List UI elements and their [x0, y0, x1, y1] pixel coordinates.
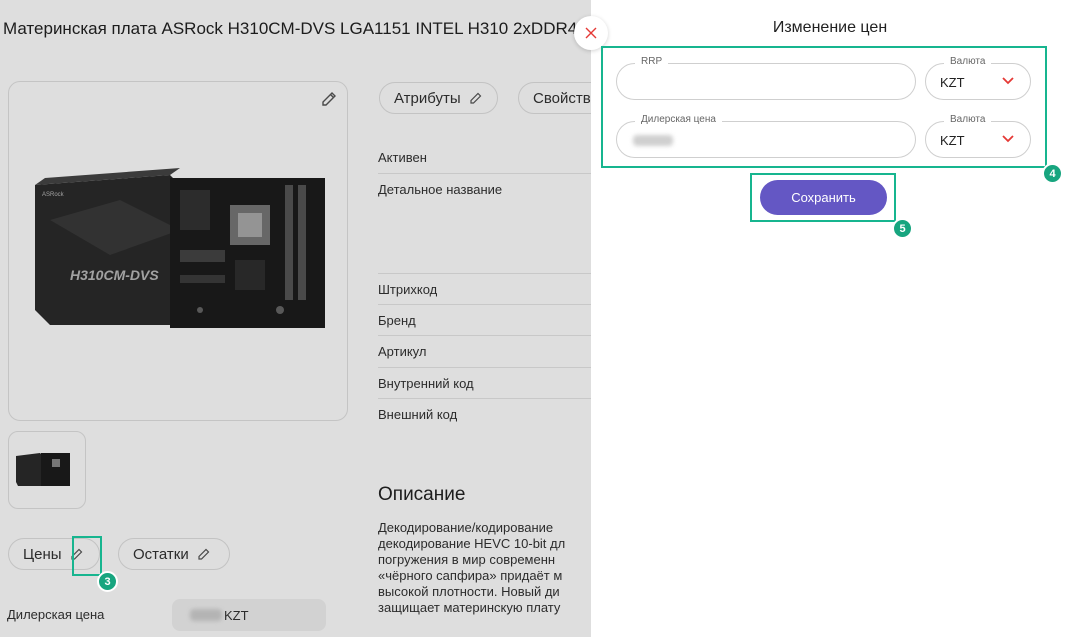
step-badge: 3 [97, 571, 118, 592]
highlight-step-3 [72, 536, 102, 576]
highlight-step-4 [601, 46, 1047, 168]
highlight-step-5 [750, 173, 896, 222]
tab-stock[interactable]: Остатки [118, 538, 230, 570]
product-image: H310CM-DVS ASRock [35, 168, 325, 328]
dealer-price-value: KZT [172, 599, 326, 631]
description-title: Описание [378, 484, 466, 505]
attr-row: Бренд [378, 305, 618, 336]
pencil-icon [470, 92, 482, 104]
attr-label: Внутренний код [378, 376, 474, 391]
attr-label: Артикул [378, 344, 427, 359]
tab-properties-label: Свойства [533, 89, 599, 107]
description-line: декодирование HEVC 10-bit дл [378, 536, 566, 551]
description-line: защищает материнскую плату [378, 600, 561, 615]
thumbnail-image [16, 453, 70, 486]
box-brand-text: ASRock [42, 192, 65, 198]
dealer-price-label: Дилерская цена [7, 607, 105, 622]
attr-label: Бренд [378, 313, 416, 328]
box-model-text: H310CM-DVS [70, 267, 159, 283]
attr-label: Активен [378, 150, 427, 165]
tab-attributes[interactable]: Атрибуты [379, 82, 498, 114]
attr-row: Активен [378, 142, 618, 174]
attr-row: Внутренний код [378, 368, 618, 399]
tab-prices-label: Цены [23, 545, 62, 563]
dealer-price-currency: KZT [224, 607, 249, 623]
close-button[interactable] [574, 16, 608, 50]
step-badge: 4 [1042, 163, 1063, 184]
attr-row: Штрихкод [378, 274, 618, 305]
attr-row: Внешний код [378, 399, 618, 430]
description-line: «чёрного сапфира» придаёт м [378, 568, 563, 583]
tab-attributes-label: Атрибуты [394, 89, 461, 107]
attr-row: Детальное название [378, 174, 618, 274]
pencil-icon[interactable] [197, 547, 211, 561]
attr-label: Внешний код [378, 407, 458, 422]
attr-label: Детальное название [378, 182, 503, 197]
attr-label: Штрихкод [378, 282, 438, 297]
description-text: Декодирование/кодирование декодирование … [378, 520, 590, 616]
tab-stock-label: Остатки [133, 545, 189, 563]
attr-row: Артикул [378, 336, 618, 368]
drawer-title: Изменение цен [772, 19, 888, 36]
page-title: Материнская плата ASRock H310CM-DVS LGA1… [3, 19, 578, 38]
description-line: высокой плотности. Новый ди [378, 584, 560, 599]
step-badge: 5 [892, 218, 913, 239]
blurred-value [190, 609, 222, 621]
close-icon [585, 27, 597, 39]
pencil-icon[interactable] [320, 90, 338, 108]
description-line: погружения в мир современн [378, 552, 556, 567]
description-line: Декодирование/кодирование [378, 520, 554, 535]
